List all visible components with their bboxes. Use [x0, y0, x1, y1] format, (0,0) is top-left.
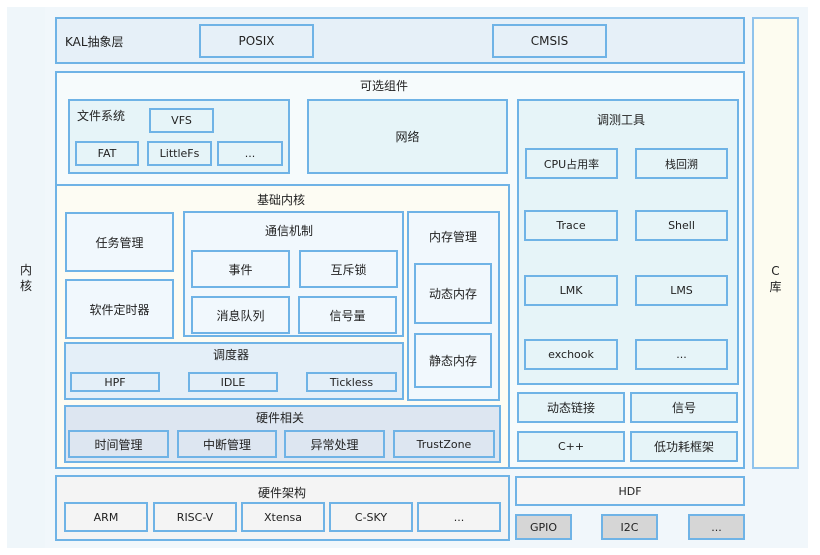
memory-title: 内存管理 [429, 230, 478, 244]
arch-title: 硬件架构 [258, 486, 307, 500]
kal-cmsis: CMSIS [492, 24, 607, 58]
debug-more: ... [635, 339, 728, 370]
basic-kernel-title: 基础内核 [257, 193, 306, 207]
debug-trace: Trace [524, 210, 618, 241]
hw-exception-handling: 异常处理 [284, 430, 385, 458]
static-memory: 静态内存 [414, 333, 492, 388]
c-library-char-1: C [771, 264, 780, 278]
kal-layer: KAL抽象层 [55, 17, 745, 64]
arch-xtensa: Xtensa [241, 502, 325, 532]
hdf-i2c: I2C [601, 514, 658, 540]
arch-arm: ARM [64, 502, 148, 532]
debug-backtrace: 栈回溯 [635, 148, 728, 179]
signal: 信号 [630, 392, 738, 423]
ipc-message-queue: 消息队列 [191, 296, 290, 334]
hw-time-management: 时间管理 [68, 430, 169, 458]
fs-littlefs: LittleFs [147, 141, 212, 166]
debug-title: 调测工具 [597, 113, 646, 127]
hdf-more: ... [688, 514, 745, 540]
scheduler-title: 调度器 [213, 348, 250, 362]
hardware-related-title: 硬件相关 [256, 411, 305, 425]
kal-posix: POSIX [199, 24, 314, 58]
fs-more: ... [217, 141, 283, 166]
scheduler-tickless: Tickless [306, 372, 397, 392]
debug-shell: Shell [635, 210, 728, 241]
c-library-char-2: 库 [769, 280, 782, 294]
kal-title: KAL抽象层 [65, 35, 124, 49]
scheduler-idle: IDLE [188, 372, 278, 392]
c-library-label: C 库 [752, 262, 799, 296]
hw-trustzone: TrustZone [393, 430, 495, 458]
hw-interrupt-management: 中断管理 [177, 430, 277, 458]
fs-vfs: VFS [149, 108, 214, 133]
dynamic-memory: 动态内存 [414, 263, 492, 324]
arch-c-sky: C-SKY [329, 502, 413, 532]
kernel-side-label: 内 核 [7, 258, 45, 298]
kernel-label-char-2: 核 [19, 279, 32, 293]
ipc-mutex: 互斥锁 [299, 250, 398, 288]
hdf-gpio: GPIO [515, 514, 572, 540]
arch-risc-v: RISC-V [153, 502, 237, 532]
software-timer: 软件定时器 [65, 279, 174, 339]
optional-title: 可选组件 [360, 79, 409, 93]
arch-more: ... [417, 502, 501, 532]
kernel-label-char-1: 内 [19, 263, 32, 277]
debug-lms: LMS [635, 275, 728, 306]
network: 网络 [307, 99, 508, 174]
cpp-support: C++ [517, 431, 625, 462]
hdf: HDF [515, 476, 745, 506]
ipc-event: 事件 [191, 250, 290, 288]
task-management: 任务管理 [65, 212, 174, 272]
filesystem-title: 文件系统 [77, 109, 126, 123]
ipc-semaphore: 信号量 [298, 296, 397, 334]
debug-cpu-usage: CPU占用率 [525, 148, 618, 179]
fs-fat: FAT [75, 141, 139, 166]
c-library [752, 17, 799, 469]
debug-exchook: exchook [524, 339, 618, 370]
scheduler-hpf: HPF [70, 372, 160, 392]
low-power-framework: 低功耗框架 [630, 431, 738, 462]
dynamic-link: 动态链接 [517, 392, 625, 423]
debug-lmk: LMK [524, 275, 618, 306]
ipc-title: 通信机制 [265, 224, 314, 238]
